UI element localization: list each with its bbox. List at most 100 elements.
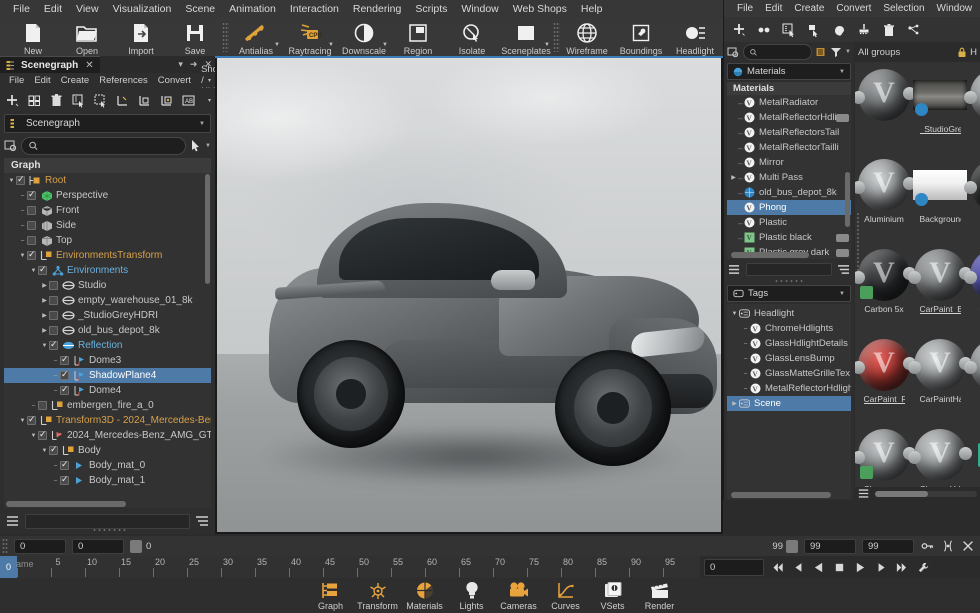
material-list-item[interactable]: – V MetalReflectorHdli	[727, 110, 851, 125]
chevron-down-icon[interactable]: ▼	[18, 253, 27, 259]
tree-row[interactable]: ▼ 2024_Mercedes-Benz_AMG_GT_63_(	[4, 428, 211, 443]
tree-horizontal-scrollbar[interactable]	[6, 501, 126, 507]
duplicate-icon[interactable]	[25, 91, 44, 110]
play-reverse-icon[interactable]	[810, 559, 827, 576]
material-list-item[interactable]: – V Plastic black	[727, 230, 851, 245]
material-thumbnail-cell[interactable]: VAlumHo	[964, 64, 980, 154]
material-thumbnail-cell[interactable]: VBlackc	[964, 154, 980, 244]
chevron-down-icon[interactable]: ▼	[7, 178, 16, 184]
key-icon[interactable]	[921, 539, 935, 553]
visibility-checkbox[interactable]	[27, 189, 36, 200]
timeline-range-start-field[interactable]: 0	[72, 538, 124, 554]
timeline-end-field[interactable]: 99	[862, 538, 914, 554]
stop-icon[interactable]	[831, 559, 848, 576]
thumbnail-size-slider[interactable]	[875, 490, 977, 497]
chevron-right-icon[interactable]: ▶	[730, 400, 739, 407]
chevron-down-icon[interactable]: ▼	[274, 42, 280, 48]
chevron-down-icon[interactable]: ▼	[382, 42, 388, 48]
visibility-checkbox[interactable]	[16, 174, 25, 185]
timeline-playhead[interactable]: 0	[0, 556, 17, 578]
menu-edit[interactable]: Edit	[37, 2, 69, 16]
timeline-grip[interactable]	[2, 538, 8, 554]
search-settings-icon[interactable]	[4, 139, 18, 153]
chevron-down-icon[interactable]: ▼	[730, 311, 739, 317]
chevron-down-icon[interactable]: ▼	[544, 42, 550, 48]
chevron-down-icon[interactable]: ▾	[178, 59, 183, 70]
menu-scene[interactable]: Scene	[178, 2, 222, 16]
visibility-checkbox[interactable]	[38, 401, 47, 410]
tree-row[interactable]: ▶ empty_warehouse_01_8k	[4, 293, 211, 308]
tree-row[interactable]: ▼ Root	[4, 173, 211, 188]
materials-search-box[interactable]	[743, 44, 813, 60]
tree-row[interactable]: – Dome4	[4, 383, 211, 398]
material-tag-badge[interactable]	[836, 233, 849, 242]
material-thumbnail-cell[interactable]: V Chrome mat	[855, 424, 916, 487]
dock-curves-button[interactable]: Curves	[542, 578, 589, 611]
sort-icon[interactable]	[837, 264, 850, 275]
mat-menu-edit[interactable]: Edit	[759, 3, 788, 14]
visibility-checkbox[interactable]	[60, 459, 69, 470]
scenegraph-mode-select[interactable]: Scenegraph ▼	[4, 114, 211, 133]
panel-resize-grip[interactable]	[92, 528, 128, 532]
material-thumbnail-cell[interactable]: _StudioGreyl	[912, 64, 968, 154]
visibility-checkbox[interactable]	[49, 281, 58, 290]
menu-help[interactable]: Help	[574, 2, 610, 16]
chevron-down-icon[interactable]: ▼	[18, 418, 27, 424]
tree-row[interactable]: – ShadowPlane4	[4, 368, 211, 383]
materials-search-input[interactable]	[761, 47, 806, 57]
splitter-grip[interactable]	[724, 278, 854, 284]
visibility-checkbox[interactable]	[27, 206, 36, 215]
material-thumbnail-cell[interactable]: V CarPaintHan	[908, 334, 972, 424]
chevron-right-icon[interactable]: ▶	[40, 327, 49, 334]
dock-render-button[interactable]: Render	[636, 578, 683, 611]
tags-tree[interactable]: ▼ Headlight – V ChromeHdlights – V GlassHdlight…	[727, 304, 851, 499]
materials-list-vertical-scrollbar[interactable]	[845, 172, 850, 227]
clean-material-icon[interactable]	[854, 20, 873, 39]
material-list-item[interactable]: – old_bus_depot_8k	[727, 185, 851, 200]
prev-key-icon[interactable]	[789, 559, 806, 576]
current-frame-field[interactable]: 0	[704, 558, 764, 576]
material-list-item[interactable]: – V MetalReflectorsTail	[727, 125, 851, 140]
tree-row[interactable]: – Body_mat_0	[4, 458, 211, 473]
material-list-item[interactable]: – V MetalRadiator	[727, 95, 851, 110]
visibility-checkbox[interactable]	[27, 249, 36, 260]
tree-row[interactable]: ▶ Studio	[4, 278, 211, 293]
menu-interaction[interactable]: Interaction	[283, 2, 346, 16]
timeline-range-end-field[interactable]: 99	[804, 538, 856, 554]
wrench-icon[interactable]	[917, 561, 930, 574]
filter-icon[interactable]	[830, 46, 842, 58]
tree-row[interactable]: – Front	[4, 203, 211, 218]
visibility-checkbox[interactable]	[27, 414, 36, 425]
dock-vsets-button[interactable]: VSets	[589, 578, 636, 611]
visibility-checkbox[interactable]	[49, 296, 58, 305]
sg-menu-references[interactable]: References	[94, 75, 153, 86]
chevron-down-icon[interactable]: ▼	[199, 121, 205, 127]
groups-lock[interactable]: H	[957, 47, 977, 58]
visibility-checkbox[interactable]	[27, 221, 36, 230]
menu-file[interactable]: File	[6, 2, 37, 16]
tag-tree-row[interactable]: –V MetalReflectorHdlights	[727, 381, 851, 396]
visibility-checkbox[interactable]	[49, 444, 58, 455]
visibility-checkbox[interactable]	[38, 264, 47, 275]
scenegraph-filter-input[interactable]	[25, 513, 190, 529]
material-thumbnail-cell[interactable]: V CarPaint_BLA	[908, 244, 972, 334]
transform-axis-icon[interactable]	[113, 91, 132, 110]
material-thumbnail-cell[interactable]: V CarPaint_RED	[855, 334, 916, 424]
visibility-checkbox[interactable]	[60, 384, 69, 395]
tab-scenegraph[interactable]: Scenegraph ✕	[0, 56, 100, 73]
mat-menu-create[interactable]: Create	[788, 3, 830, 14]
delete-material-icon[interactable]	[879, 20, 898, 39]
search-box[interactable]	[21, 136, 187, 155]
visibility-checkbox[interactable]	[49, 326, 58, 335]
material-thumbnail-cell[interactable]: VCarPaint	[964, 244, 980, 334]
tag-tree-row[interactable]: – V GlassMatteGrilleTex	[727, 366, 851, 381]
visibility-checkbox[interactable]	[60, 369, 69, 380]
mat-menu-selection[interactable]: Selection	[877, 3, 930, 14]
tree-row[interactable]: ▼ Reflection	[4, 338, 211, 353]
tree-row[interactable]: ▶ _StudioGreyHDRI	[4, 308, 211, 323]
tree-row[interactable]: – Dome3	[4, 353, 211, 368]
material-thumbnail-cell[interactable]: VChrom	[964, 334, 980, 424]
material-list-item[interactable]: ▶ – V Multi Pass	[727, 170, 851, 185]
material-list-item[interactable]: – V Plastic	[727, 215, 851, 230]
tag-tree-row[interactable]: – V GlassHdlightDetails	[727, 336, 851, 351]
